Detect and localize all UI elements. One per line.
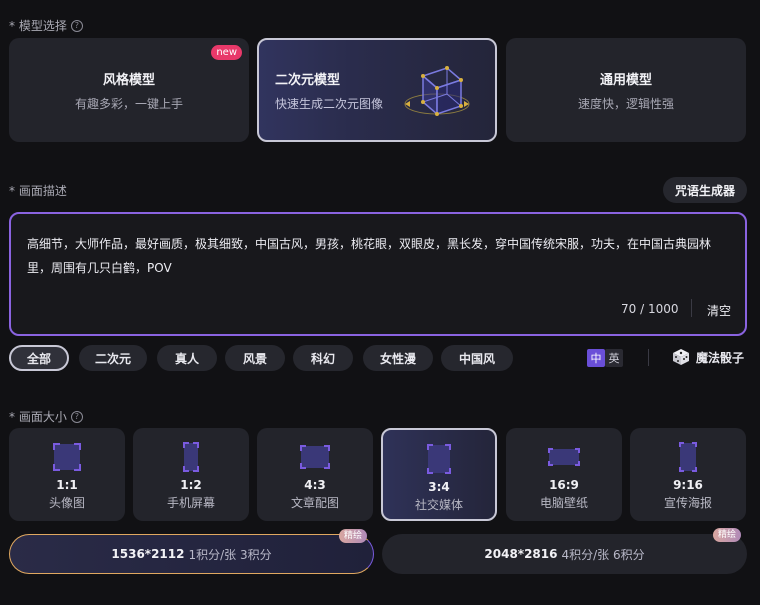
model-subtitle: 速度快，逻辑性强 xyxy=(577,96,674,111)
divider xyxy=(648,349,649,366)
help-icon[interactable]: ? xyxy=(70,410,83,423)
size-card-9-16[interactable]: 9:16 宣传海报 xyxy=(630,428,746,521)
tag-landscape[interactable]: 风景 xyxy=(225,345,285,371)
model-card-anime[interactable]: 二次元模型 快速生成二次元图像 xyxy=(257,38,497,142)
ratio-1-1-icon xyxy=(53,443,81,471)
dice-icon xyxy=(673,349,689,365)
refined-badge: 精绘 xyxy=(712,528,741,542)
ratio-1-2-icon xyxy=(183,442,199,472)
magic-dice-label: 魔法骰子 xyxy=(696,350,745,365)
resolution-option-1[interactable]: 精绘 1536*2112 1积分/张 3积分 xyxy=(9,529,374,574)
model-subtitle: 有趣多彩，一键上手 xyxy=(74,96,183,111)
size-card-1-1[interactable]: 1:1 头像图 xyxy=(9,428,125,521)
model-card-style[interactable]: new 风格模型 有趣多彩，一键上手 xyxy=(9,38,249,142)
lang-zh[interactable]: 中 xyxy=(587,349,605,367)
ratio-4-3-icon xyxy=(300,445,330,469)
prompt-generator-button[interactable]: 咒语生成器 xyxy=(663,177,747,203)
model-subtitle: 快速生成二次元图像 xyxy=(275,96,384,111)
new-badge: new xyxy=(211,45,242,60)
size-card-4-3[interactable]: 4:3 文章配图 xyxy=(257,428,373,521)
divider xyxy=(691,299,692,317)
ratio-3-4-icon xyxy=(427,444,451,474)
model-title: 通用模型 xyxy=(599,72,652,88)
tag-female-comic[interactable]: 女性漫 xyxy=(363,345,433,371)
tag-anime[interactable]: 二次元 xyxy=(79,345,147,371)
tag-scifi[interactable]: 科幻 xyxy=(293,345,353,371)
ratio-16-9-icon xyxy=(548,448,580,466)
tag-all[interactable]: 全部 xyxy=(9,345,69,371)
size-card-1-2[interactable]: 1:2 手机屏幕 xyxy=(133,428,249,521)
model-title: 二次元模型 xyxy=(275,72,341,88)
resolution-option-2[interactable]: 精绘 2048*2816 4积分/张 6积分 xyxy=(382,528,747,574)
prompt-text[interactable]: 高细节，大师作品，最好画质，极其细致，中国古风，男孩，桃花眼，双眼皮，黑长发，穿… xyxy=(27,232,729,280)
clear-button[interactable]: 清空 xyxy=(707,302,731,319)
model-card-general[interactable]: 通用模型 速度快，逻辑性强 xyxy=(506,38,746,142)
language-toggle[interactable]: 中 英 xyxy=(587,348,623,368)
ratio-9-16-icon xyxy=(679,442,697,472)
prompt-textarea[interactable]: 高细节，大师作品，最好画质，极其细致，中国古风，男孩，桃花眼，双眼皮，黑长发，穿… xyxy=(9,212,747,336)
lang-en[interactable]: 英 xyxy=(605,349,623,367)
tag-realistic[interactable]: 真人 xyxy=(157,345,217,371)
prompt-section-label: * 画面描述 xyxy=(9,184,67,198)
magic-dice-button[interactable]: 魔法骰子 xyxy=(672,348,744,366)
size-card-3-4[interactable]: 3:4 社交媒体 xyxy=(381,428,497,521)
refined-badge: 精绘 xyxy=(338,529,367,543)
char-counter: 70 / 1000 xyxy=(621,302,679,316)
model-title: 风格模型 xyxy=(102,72,155,88)
model-section-label: * 模型选择 ? xyxy=(9,17,83,34)
cube-icon xyxy=(404,66,470,116)
size-card-16-9[interactable]: 16:9 电脑壁纸 xyxy=(506,428,622,521)
size-section-label: * 画面大小 ? xyxy=(9,408,83,425)
help-icon[interactable]: ? xyxy=(70,19,83,32)
tag-chinese-style[interactable]: 中国风 xyxy=(441,345,513,371)
